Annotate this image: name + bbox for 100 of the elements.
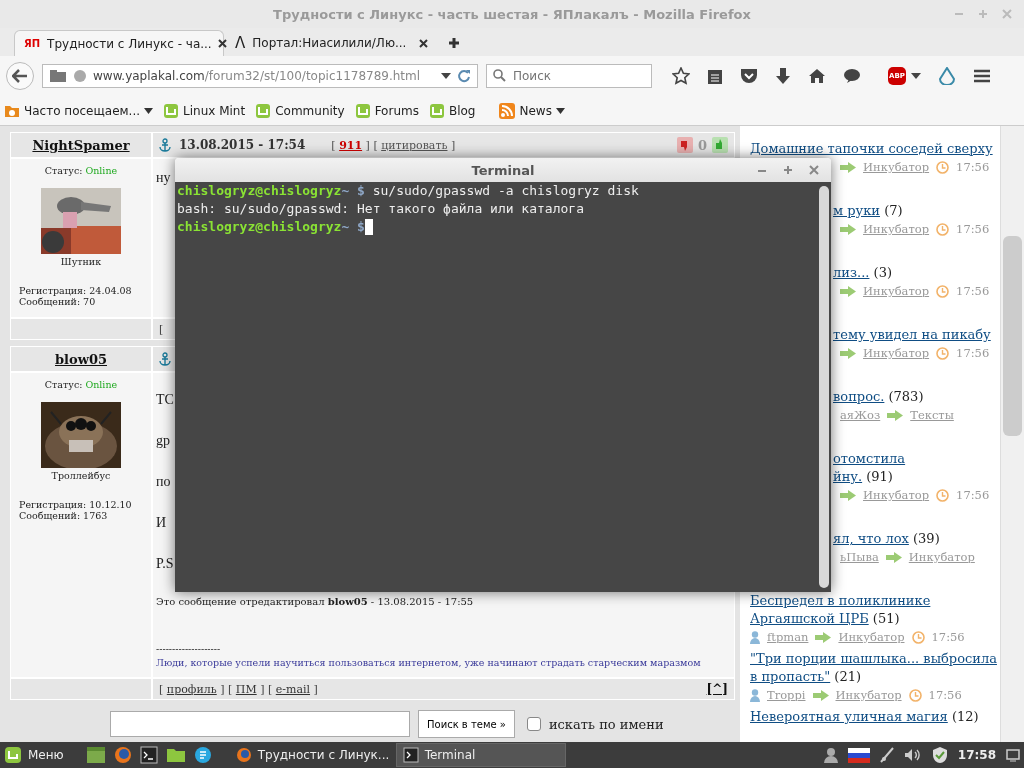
favicon: Λ xyxy=(234,34,247,52)
topic-link[interactable]: лиз... xyxy=(833,265,870,280)
close-icon[interactable] xyxy=(217,39,227,48)
bookmark[interactable]: Forums xyxy=(354,102,419,119)
topic-title: ял, что лох (39) xyxy=(833,530,940,548)
checkbox-label: искать по имени xyxy=(548,716,664,732)
folder-icon[interactable] xyxy=(165,747,186,763)
bookmark[interactable]: Community xyxy=(255,102,345,119)
bookmark[interactable]: Linux Mint xyxy=(163,102,246,119)
thumbs-down-icon[interactable] xyxy=(676,137,693,153)
topic-link[interactable]: Беспредел в поликлинике xyxy=(750,593,931,608)
profile-link[interactable]: профиль xyxy=(166,682,217,696)
clock: 17:58 xyxy=(957,748,996,762)
profile-link[interactable]: ПМ xyxy=(235,682,257,696)
arrow-icon xyxy=(812,689,829,701)
topic-link[interactable]: вопрос. xyxy=(833,389,885,404)
post-time: 17:56 xyxy=(956,488,990,502)
topic-search-field[interactable] xyxy=(110,711,410,737)
reload-icon[interactable] xyxy=(457,69,471,83)
post-time: 17:56 xyxy=(928,688,962,702)
taskbar-window-button[interactable]: Трудности с Линук... xyxy=(229,743,390,767)
topic-link[interactable]: тему увидел на пикабу xyxy=(833,327,991,342)
profile-links: [ профиль ] [ ПМ ] [ e-mail ] xyxy=(159,682,318,696)
arrow-icon xyxy=(840,347,856,359)
rss-icon xyxy=(499,102,516,119)
flag-icon[interactable] xyxy=(847,747,870,763)
terminal-icon[interactable] xyxy=(139,746,158,764)
network-icon[interactable] xyxy=(879,747,894,763)
post-text: P.S xyxy=(156,555,174,573)
volume-icon[interactable] xyxy=(903,748,922,762)
browser-tab[interactable]: ЯП Трудности с Линукс - ча... xyxy=(14,30,224,56)
topic-link[interactable]: м руки xyxy=(833,203,880,218)
registration-date: Регистрация: 24.04.08 xyxy=(19,285,132,296)
anchor-icon[interactable] xyxy=(159,138,171,152)
topic-link[interactable]: Аргаяшской ЦРБ xyxy=(750,611,869,626)
message-count: Сообщений: 1763 xyxy=(19,510,108,521)
post-time: 17:56 xyxy=(956,222,990,236)
dropdown-icon[interactable] xyxy=(911,73,921,79)
profile-link[interactable]: e-mail xyxy=(275,682,311,696)
checkbox[interactable] xyxy=(526,717,541,731)
shield-icon[interactable] xyxy=(931,746,948,764)
post-date: 13.08.2015 - 17:54 xyxy=(179,138,306,152)
screen-icon[interactable] xyxy=(1006,748,1020,762)
topic-link[interactable]: Невероятная уличная магия xyxy=(750,709,948,724)
globe-icon xyxy=(73,69,87,83)
topic-title: йну. (91) xyxy=(833,468,893,486)
topic-link[interactable]: ял, что лох xyxy=(833,531,909,546)
folder-icon xyxy=(4,103,20,118)
quote-link[interactable]: цитировать xyxy=(381,138,448,152)
post-time: 17:56 xyxy=(956,346,990,360)
chat-icon[interactable] xyxy=(843,68,861,84)
maximize-icon[interactable] xyxy=(783,165,793,175)
menu-icon[interactable] xyxy=(973,68,991,84)
caret-icon xyxy=(144,107,154,114)
star-icon[interactable] xyxy=(672,67,690,85)
new-tab-icon[interactable] xyxy=(448,37,460,49)
pocket-icon[interactable] xyxy=(740,68,758,84)
message-count: Сообщений: 70 xyxy=(19,296,96,307)
top-link[interactable]: [^] xyxy=(706,682,728,696)
topic-title: Аргаяшской ЦРБ (51) xyxy=(750,610,900,628)
drop-icon[interactable] xyxy=(938,67,956,85)
anchor-icon[interactable] xyxy=(159,352,171,366)
start-menu-button[interactable]: Меню xyxy=(4,746,64,764)
user-icon[interactable] xyxy=(823,747,838,763)
search-field[interactable]: Поиск xyxy=(486,64,652,88)
desktop-icon[interactable] xyxy=(85,746,106,764)
back-button[interactable] xyxy=(6,62,34,90)
topic-link[interactable]: Домашние тапочки соседей сверху xyxy=(750,141,993,156)
post-text: И xyxy=(156,514,167,532)
browser-tab[interactable]: Λ Портал:Ниасилили/Лю... xyxy=(226,30,436,56)
thumbs-up-icon[interactable] xyxy=(712,137,728,153)
user-status: Статус: Online xyxy=(44,379,118,390)
terminal-line: chislogryz@chislogryz~ $ xyxy=(177,218,815,236)
clipboard-icon[interactable] xyxy=(707,67,723,85)
scrollbar[interactable] xyxy=(819,186,829,588)
topic-search-button[interactable]: Поиск в теме » xyxy=(418,710,515,738)
logo-icon xyxy=(163,102,180,119)
user-status: Статус: Online xyxy=(44,165,118,176)
post-text: ТС xyxy=(156,391,174,409)
topic-link[interactable]: в пропасть" xyxy=(750,669,831,684)
user-icon xyxy=(750,688,760,702)
bookmark[interactable]: News xyxy=(499,102,565,119)
download-icon[interactable] xyxy=(775,67,791,85)
arrow-icon xyxy=(840,161,856,173)
topic-link[interactable]: йну. xyxy=(833,469,863,484)
home-icon[interactable] xyxy=(808,68,826,84)
scrollbar[interactable] xyxy=(1000,126,1024,742)
bookmark[interactable]: Blog xyxy=(428,102,476,119)
taskbar-window-button[interactable]: Terminal xyxy=(395,743,566,767)
chat-icon[interactable] xyxy=(193,746,212,764)
close-icon[interactable] xyxy=(419,38,428,48)
topic-link[interactable]: "Три порции шашлыка... выбросила xyxy=(750,651,997,666)
post-number-link[interactable]: 911 xyxy=(339,138,363,152)
topic-title: м руки (7) xyxy=(833,202,903,220)
topic-title: в пропасть" (21) xyxy=(750,668,862,686)
bookmark[interactable]: Часто посещаем... xyxy=(4,103,154,118)
browser-icon[interactable] xyxy=(113,746,132,764)
dropdown-icon[interactable] xyxy=(441,73,451,79)
url-field[interactable]: www.yaplakal.com/forum32/st/100/topic1178789.html xyxy=(42,64,478,88)
topic-link[interactable]: отомстила xyxy=(833,451,906,466)
